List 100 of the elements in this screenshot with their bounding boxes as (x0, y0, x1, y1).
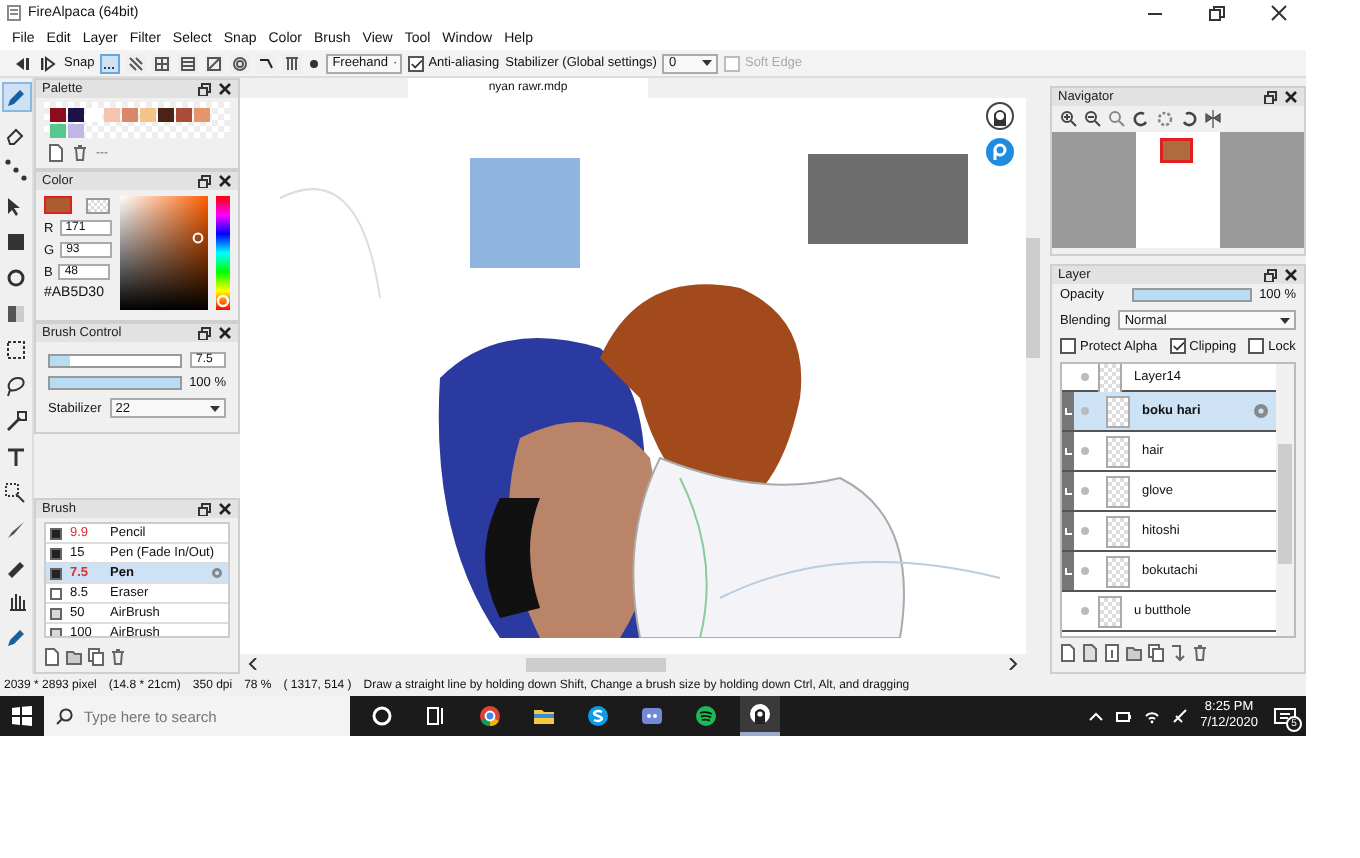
snap-mode-button[interactable] (230, 53, 251, 73)
caret-up-icon[interactable] (1088, 708, 1105, 724)
select-icon (4, 337, 28, 361)
checkbox[interactable] (1248, 338, 1265, 354)
zoom-icon[interactable] (1108, 110, 1126, 128)
sub-color-swatch[interactable] (86, 197, 110, 213)
wifi-icon[interactable] (1144, 708, 1161, 724)
caret-icon (1280, 317, 1290, 323)
chat-app-icon[interactable] (586, 704, 610, 728)
flip-icon[interactable] (1204, 110, 1222, 128)
gear-icon[interactable] (210, 566, 224, 580)
snap-mode-button[interactable] (178, 53, 199, 73)
task-view-icon[interactable] (424, 704, 448, 728)
color-swatch[interactable] (50, 108, 66, 122)
reset-rotation-icon[interactable] (1156, 110, 1174, 128)
circle-icon[interactable] (370, 704, 394, 728)
sound-waves-icon[interactable] (694, 704, 718, 728)
zoom-out-icon[interactable] (1084, 110, 1102, 128)
close-icon[interactable] (218, 174, 232, 188)
main-color-swatch[interactable] (44, 196, 72, 214)
layer-thumbnail (1098, 364, 1122, 393)
game-controller-icon[interactable] (640, 704, 664, 728)
snap-mode-button[interactable] (126, 53, 147, 73)
scrollbar-thumb[interactable] (1278, 444, 1292, 564)
rotate-right-icon[interactable] (1180, 110, 1198, 128)
close-icon[interactable] (218, 82, 232, 96)
saturation-value-picker[interactable] (120, 196, 208, 310)
snap-mode-icon (128, 55, 145, 71)
scrollbar-thumb[interactable] (526, 657, 666, 671)
select-pen-icon (4, 481, 28, 505)
color-swatch[interactable] (194, 108, 210, 122)
copy-icon[interactable] (88, 648, 104, 666)
gear-icon[interactable] (1252, 402, 1270, 420)
snap-mode-icon (206, 55, 223, 71)
redo-icon[interactable] (38, 55, 58, 71)
color-swatch[interactable] (158, 108, 174, 122)
merge-down-icon[interactable] (1170, 644, 1186, 662)
snap-mode-button[interactable] (256, 53, 277, 73)
color-swatch[interactable] (176, 108, 192, 122)
notification-icon[interactable] (1273, 705, 1295, 727)
folder-icon[interactable] (1126, 644, 1142, 662)
color-swatch[interactable] (122, 108, 138, 122)
snap-mode-button[interactable] (152, 53, 173, 73)
new-layer-icon[interactable] (1104, 644, 1120, 662)
search-icon (56, 707, 74, 725)
windows-icon[interactable] (12, 706, 32, 726)
magic-wand-icon (4, 409, 28, 433)
snap-mode-button[interactable] (282, 53, 303, 73)
layer-thumbnail (1106, 395, 1130, 427)
color-swatch[interactable] (50, 124, 66, 138)
size-slider[interactable] (48, 353, 182, 367)
scroll-left-icon[interactable] (248, 658, 258, 670)
snap-mode-icon (180, 55, 197, 71)
dot-icon[interactable] (308, 57, 321, 69)
close-icon[interactable] (1267, 4, 1289, 22)
new-page-icon[interactable] (44, 648, 60, 666)
trash-icon[interactable] (1192, 644, 1208, 662)
layer-thumbnail (1098, 595, 1122, 627)
color-swatch[interactable] (68, 124, 84, 138)
browser-icon[interactable] (478, 704, 502, 728)
zoom-in-icon[interactable] (1060, 110, 1078, 128)
color-swatch[interactable] (68, 108, 84, 122)
float-icon[interactable] (198, 174, 212, 188)
picker-ring-icon (192, 232, 205, 244)
hue-slider[interactable] (215, 196, 230, 310)
copy-icon[interactable] (1148, 644, 1164, 662)
checkbox[interactable] (408, 55, 425, 71)
snap-mode-button[interactable] (100, 53, 121, 73)
tool-button[interactable] (1, 154, 31, 184)
rotate-left-icon[interactable] (1132, 110, 1150, 128)
float-icon[interactable] (198, 502, 212, 516)
color-swatch[interactable] (104, 108, 120, 122)
scroll-right-icon[interactable] (1008, 658, 1018, 670)
float-icon[interactable] (1264, 90, 1278, 104)
trash-icon[interactable] (110, 648, 126, 666)
close-icon[interactable] (218, 502, 232, 516)
close-icon[interactable] (1284, 90, 1298, 104)
lasso-icon (4, 373, 28, 397)
float-icon[interactable] (1264, 268, 1278, 282)
viewport-frame-drawing (1160, 138, 1194, 164)
snap-mode-button[interactable] (204, 53, 225, 73)
trash-icon[interactable] (72, 144, 88, 162)
scrollbar-thumb[interactable] (1026, 238, 1040, 358)
checkbox[interactable] (1169, 338, 1186, 354)
battery-icon[interactable] (1116, 708, 1133, 724)
checkbox[interactable] (1060, 338, 1076, 354)
color-swatch[interactable] (86, 108, 102, 122)
dots-line-icon (4, 157, 28, 181)
text-icon (4, 445, 28, 469)
close-icon[interactable] (218, 326, 232, 340)
undo-icon[interactable] (12, 55, 32, 71)
restore-icon[interactable] (1205, 4, 1227, 22)
new-page-icon[interactable] (48, 144, 64, 162)
float-icon[interactable] (198, 326, 212, 340)
tool-button[interactable] (1, 82, 31, 112)
color-swatch[interactable] (140, 108, 156, 122)
close-icon[interactable] (1284, 268, 1298, 282)
folder-icon[interactable] (66, 648, 82, 666)
folder-icon[interactable] (532, 704, 556, 728)
float-icon[interactable] (198, 82, 212, 96)
